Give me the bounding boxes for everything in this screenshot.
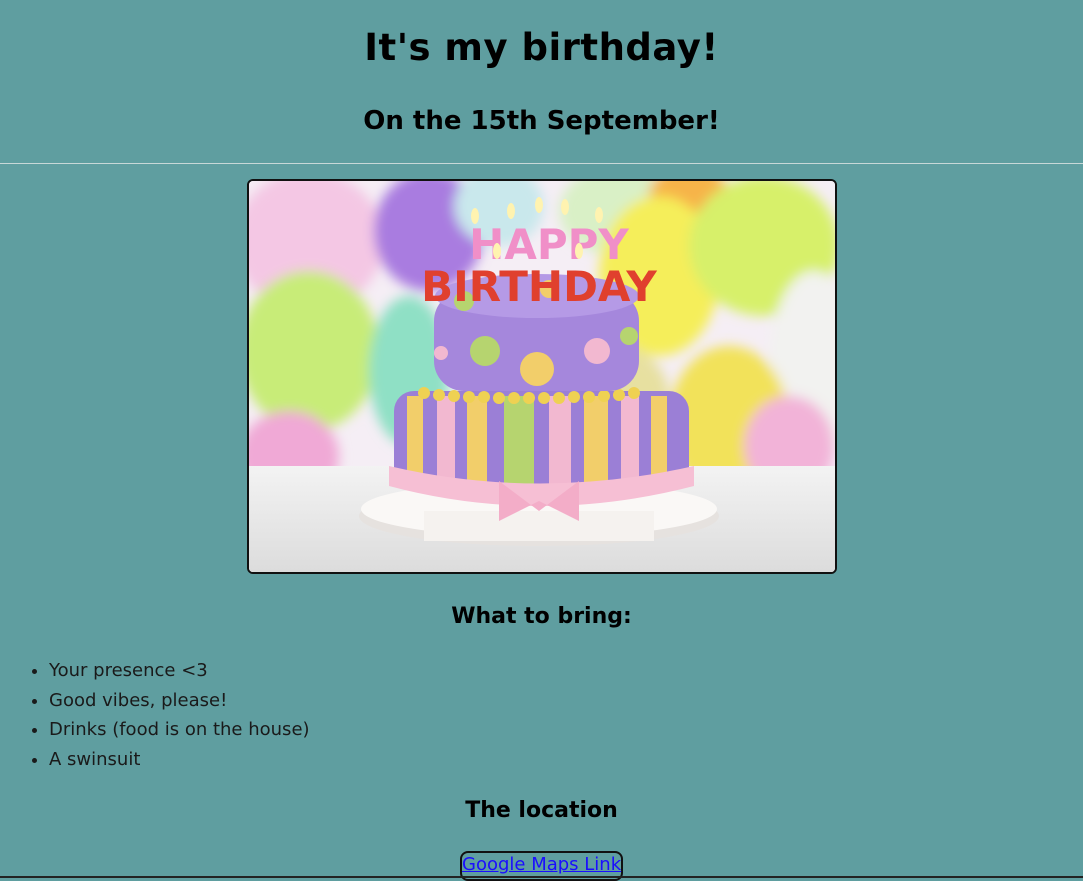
header-divider (0, 163, 1083, 164)
list-item: Drinks (food is on the house) (49, 715, 310, 745)
cake-illustration: HAPPY BIRTHDAY (249, 181, 835, 572)
what-to-bring-heading: What to bring: (451, 604, 632, 629)
page-subtitle: On the 15th September! (363, 106, 720, 136)
location-heading: The location (465, 798, 618, 823)
page-title: It's my birthday! (364, 26, 719, 69)
bring-list: Your presence <3 Good vibes, please! Dri… (0, 656, 310, 774)
birthday-cake-image: HAPPY BIRTHDAY (247, 179, 837, 574)
list-item: A swinsuit (49, 745, 310, 775)
list-item: Good vibes, please! (49, 686, 310, 716)
list-item: Your presence <3 (49, 656, 310, 686)
topper-line2: BIRTHDAY (421, 262, 657, 311)
